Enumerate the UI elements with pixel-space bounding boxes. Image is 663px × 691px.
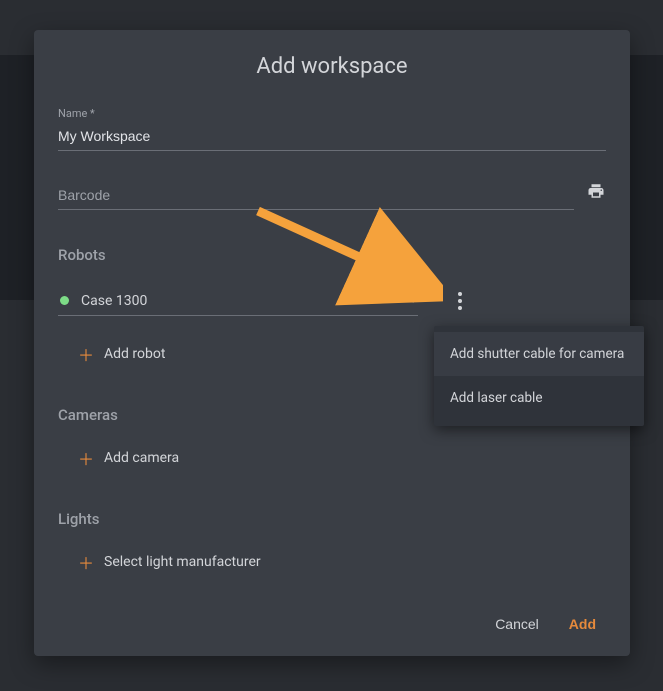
dialog-actions: Cancel Add — [495, 616, 596, 632]
plus-icon: ＋ — [78, 550, 94, 574]
add-camera-label: Add camera — [104, 450, 179, 466]
menu-item-add-shutter-cable[interactable]: Add shutter cable for camera — [434, 332, 644, 376]
status-dot-icon — [60, 296, 69, 305]
robot-context-menu: Add shutter cable for camera Add laser c… — [434, 326, 644, 426]
cancel-button[interactable]: Cancel — [495, 616, 539, 632]
barcode-input[interactable] — [58, 181, 574, 210]
lights-section: Lights ＋ Select light manufacturer — [58, 510, 606, 574]
select-light-manufacturer-button[interactable]: ＋ Select light manufacturer — [58, 550, 606, 574]
robot-select[interactable]: Case 1300 ▼ — [58, 287, 418, 316]
barcode-field — [58, 181, 606, 210]
name-field: Name * — [58, 107, 606, 151]
plus-icon: ＋ — [78, 342, 94, 366]
plus-icon: ＋ — [78, 446, 94, 470]
print-icon[interactable] — [586, 182, 606, 210]
add-robot-label: Add robot — [104, 346, 165, 362]
name-label: Name * — [58, 107, 606, 120]
robot-selected-name: Case 1300 — [81, 293, 408, 309]
dialog-title: Add workspace — [58, 54, 606, 79]
chevron-down-icon: ▼ — [408, 295, 418, 306]
add-button[interactable]: Add — [569, 616, 596, 632]
menu-item-add-laser-cable[interactable]: Add laser cable — [434, 376, 644, 420]
select-light-label: Select light manufacturer — [104, 554, 261, 570]
add-camera-button[interactable]: ＋ Add camera — [58, 446, 606, 470]
robot-kebab-button[interactable] — [452, 286, 468, 316]
name-input[interactable] — [58, 122, 606, 151]
robot-row: Case 1300 ▼ — [58, 286, 606, 316]
lights-heading: Lights — [58, 510, 606, 528]
robots-heading: Robots — [58, 246, 606, 264]
